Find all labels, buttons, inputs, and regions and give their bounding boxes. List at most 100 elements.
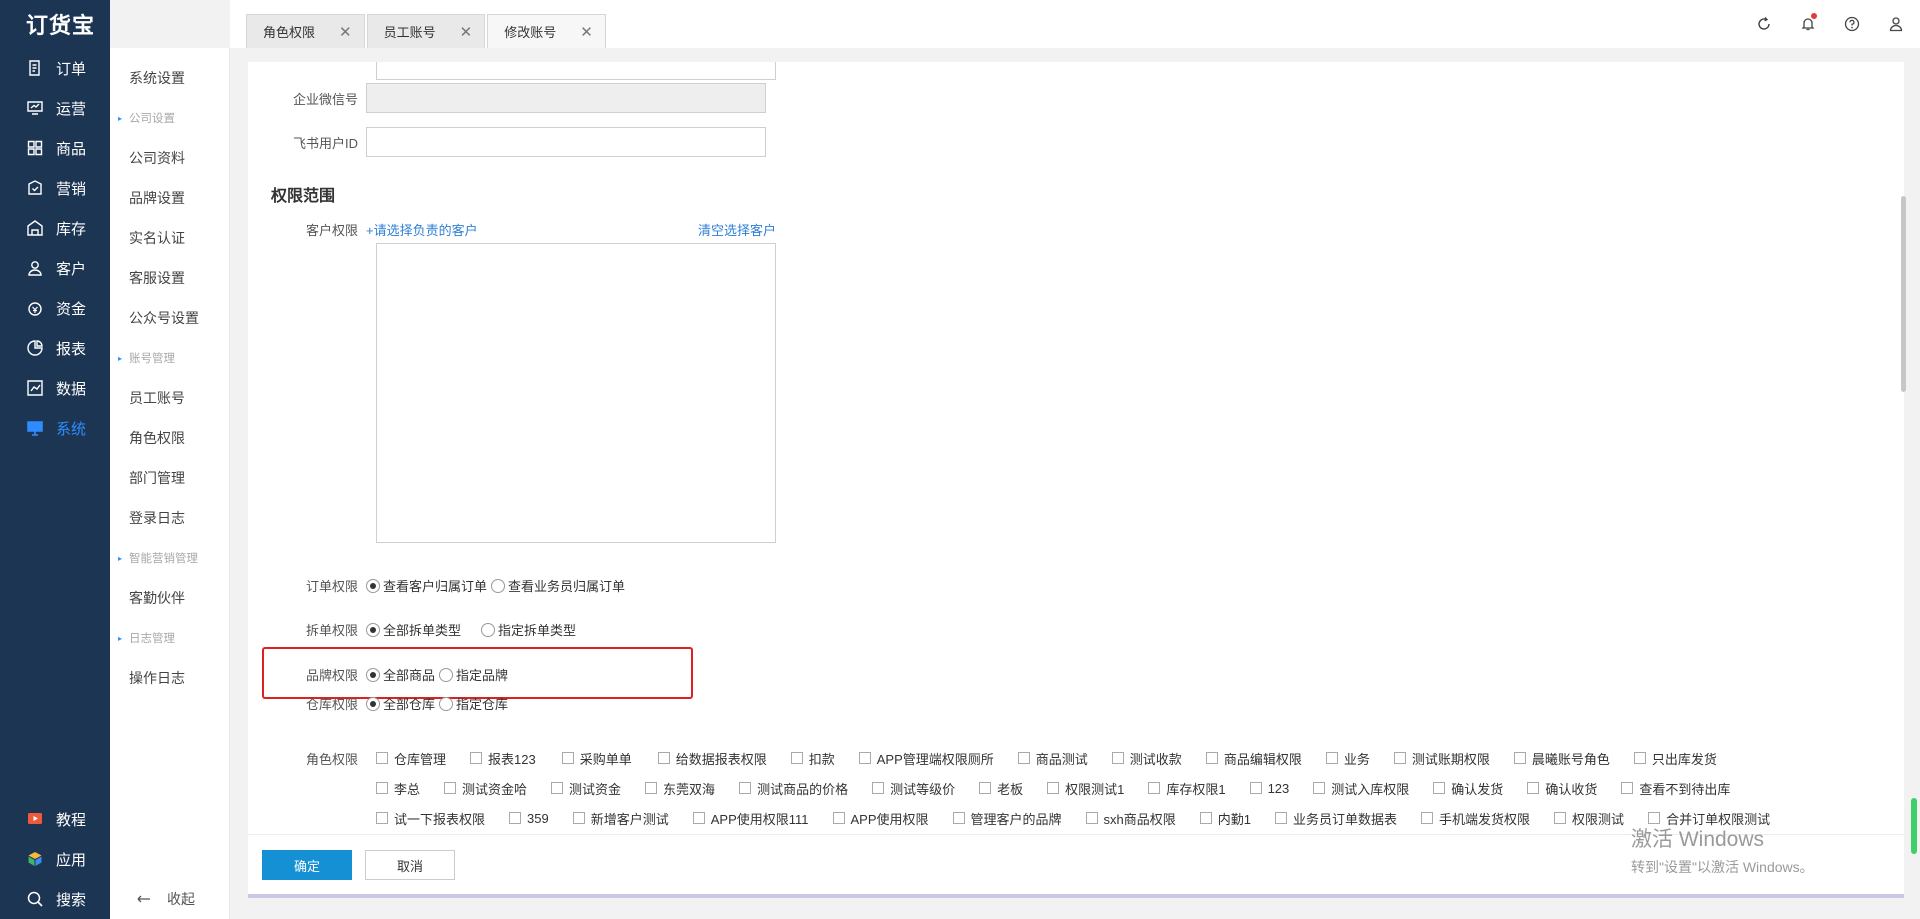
- nav-item-warehouse[interactable]: 库存: [0, 208, 110, 248]
- tab-2[interactable]: 员工账号 ✕: [366, 14, 486, 48]
- nav-item-goods[interactable]: 商品: [0, 128, 110, 168]
- nav-item-tutorial[interactable]: 教程: [0, 799, 110, 839]
- checkbox-box: [376, 782, 388, 794]
- role-checkbox[interactable]: 采购单单: [561, 749, 632, 768]
- nav-item-customer[interactable]: 客户: [0, 248, 110, 288]
- collapse-button[interactable]: 收起: [137, 889, 195, 909]
- role-checkbox[interactable]: 扣款: [790, 749, 835, 768]
- nav-item-report[interactable]: 报表: [0, 328, 110, 368]
- submenu-item[interactable]: 员工账号: [110, 378, 229, 418]
- role-checkbox[interactable]: 仓库管理: [376, 749, 446, 768]
- role-checkbox[interactable]: APP使用权限: [832, 809, 929, 828]
- nav-item-search[interactable]: 搜索: [0, 879, 110, 919]
- close-icon[interactable]: ✕: [580, 23, 593, 41]
- clear-customer-link[interactable]: 清空选择客户: [698, 220, 776, 239]
- refresh-icon[interactable]: [1754, 14, 1774, 34]
- role-checkbox[interactable]: 只出库发货: [1633, 749, 1717, 768]
- role-checkbox[interactable]: 晨曦账号角色: [1513, 749, 1610, 768]
- order-radio-salesman[interactable]: 查看业务员归属订单: [491, 576, 625, 595]
- role-checkbox[interactable]: 给数据报表权限: [657, 749, 767, 768]
- role-checkbox[interactable]: 管理客户的品牌: [952, 809, 1062, 828]
- submenu-item[interactable]: 系统设置: [110, 58, 229, 98]
- split-radio-specific[interactable]: 指定拆单类型: [481, 620, 576, 639]
- bell-icon[interactable]: [1798, 13, 1818, 34]
- submenu-item[interactable]: 部门管理: [110, 458, 229, 498]
- brand-radio-all[interactable]: 全部商品: [366, 665, 435, 684]
- role-checkbox[interactable]: 报表123: [470, 749, 536, 768]
- role-checkbox[interactable]: 查看不到待出库: [1621, 779, 1730, 798]
- submenu-group[interactable]: ▸ 智能营销管理: [110, 538, 229, 578]
- checkbox-box: [551, 782, 564, 794]
- brand-radio-specific[interactable]: 指定品牌: [439, 665, 508, 684]
- role-checkbox[interactable]: 确认发货: [1433, 779, 1503, 798]
- role-checkbox[interactable]: 试一下报表权限: [376, 809, 485, 828]
- submenu-item[interactable]: 公司资料: [110, 138, 229, 178]
- role-checkbox[interactable]: 123: [1249, 781, 1289, 796]
- split-radio-all[interactable]: 全部拆单类型: [366, 620, 461, 639]
- role-checkbox[interactable]: 东莞双海: [645, 779, 715, 798]
- warehouse-radio-all[interactable]: 全部仓库: [366, 694, 435, 713]
- feishu-input[interactable]: [366, 127, 766, 157]
- submenu-group[interactable]: ▸ 日志管理: [110, 618, 229, 658]
- nav-item-apps[interactable]: 应用: [0, 839, 110, 879]
- submenu-item[interactable]: 登录日志: [110, 498, 229, 538]
- role-checkbox[interactable]: 测试资金哈: [444, 779, 527, 798]
- submenu-item[interactable]: 实名认证: [110, 218, 229, 258]
- role-checkbox[interactable]: APP管理端权限厕所: [858, 749, 994, 768]
- role-checkbox[interactable]: 测试商品的价格: [739, 779, 848, 798]
- warehouse-radio-specific[interactable]: 指定仓库: [439, 694, 508, 713]
- nav-item-operation[interactable]: 运营: [0, 88, 110, 128]
- role-checkbox[interactable]: 李总: [376, 779, 420, 798]
- role-checkbox[interactable]: 测试账期权限: [1393, 749, 1490, 768]
- role-checkbox[interactable]: 库存权限1: [1148, 779, 1226, 798]
- nav-item-marketing[interactable]: 营销: [0, 168, 110, 208]
- confirm-button[interactable]: 确定: [262, 850, 352, 880]
- role-checkbox[interactable]: APP使用权限111: [692, 809, 809, 828]
- role-checkbox[interactable]: sxh商品权限: [1085, 809, 1176, 828]
- role-checkbox[interactable]: 确认收货: [1527, 779, 1597, 798]
- submenu-item[interactable]: 公众号设置: [110, 298, 229, 338]
- role-checkbox[interactable]: 商品测试: [1017, 749, 1088, 768]
- role-checkbox[interactable]: 权限测试: [1554, 809, 1624, 828]
- role-checkbox-label: 只出库发货: [1651, 751, 1717, 767]
- submenu-item[interactable]: 客服设置: [110, 258, 229, 298]
- close-icon[interactable]: ✕: [339, 23, 352, 41]
- user-icon[interactable]: [1886, 14, 1906, 34]
- role-checkbox[interactable]: 商品编辑权限: [1205, 749, 1302, 768]
- role-checkbox[interactable]: 测试等级价: [872, 779, 955, 798]
- nav-item-system[interactable]: 系统: [0, 408, 110, 448]
- submenu-group[interactable]: ▸ 账号管理: [110, 338, 229, 378]
- role-checkbox[interactable]: 老板: [979, 779, 1023, 798]
- tab-3[interactable]: 修改账号 ✕: [487, 14, 606, 48]
- submenu-item[interactable]: 品牌设置: [110, 178, 229, 218]
- nav-item-data[interactable]: 数据: [0, 368, 110, 408]
- role-checkbox[interactable]: 测试资金: [551, 779, 621, 798]
- role-checkbox[interactable]: 新增客户测试: [572, 809, 669, 828]
- role-checkbox[interactable]: 手机端发货权限: [1421, 809, 1530, 828]
- role-checkbox[interactable]: 内勤1: [1199, 809, 1251, 828]
- role-checkbox[interactable]: 业务: [1325, 749, 1370, 768]
- nav-item-money[interactable]: 资金: [0, 288, 110, 328]
- select-customer-link[interactable]: +请选择负责的客户: [366, 220, 478, 239]
- cancel-button[interactable]: 取消: [365, 850, 455, 880]
- role-checkbox[interactable]: 权限测试1: [1047, 779, 1124, 798]
- submenu-item[interactable]: 操作日志: [110, 658, 229, 698]
- caret-right-icon: ▸: [118, 353, 123, 363]
- role-checkbox[interactable]: 业务员订单数据表: [1275, 809, 1397, 828]
- customer-list-box[interactable]: [376, 243, 776, 543]
- submenu-group[interactable]: ▸ 公司设置: [110, 98, 229, 138]
- role-checkbox[interactable]: 测试入库权限: [1313, 779, 1409, 798]
- role-checkbox[interactable]: 359: [509, 811, 549, 826]
- notification-dot: [1811, 13, 1817, 19]
- help-icon[interactable]: [1842, 14, 1862, 34]
- close-icon[interactable]: ✕: [460, 23, 473, 41]
- scrollbar-thumb[interactable]: [1901, 196, 1906, 392]
- tab-1[interactable]: 角色权限 ✕: [246, 14, 365, 48]
- order-radio-customer[interactable]: 查看客户归属订单: [366, 576, 487, 595]
- previous-field-input[interactable]: [376, 62, 776, 80]
- role-checkbox[interactable]: 测试收款: [1111, 749, 1182, 768]
- submenu-item[interactable]: 角色权限: [110, 418, 229, 458]
- nav-item-order[interactable]: 订单: [0, 48, 110, 88]
- submenu-item[interactable]: 客勤伙伴: [110, 578, 229, 618]
- role-checkbox-label: 试一下报表权限: [394, 811, 486, 827]
